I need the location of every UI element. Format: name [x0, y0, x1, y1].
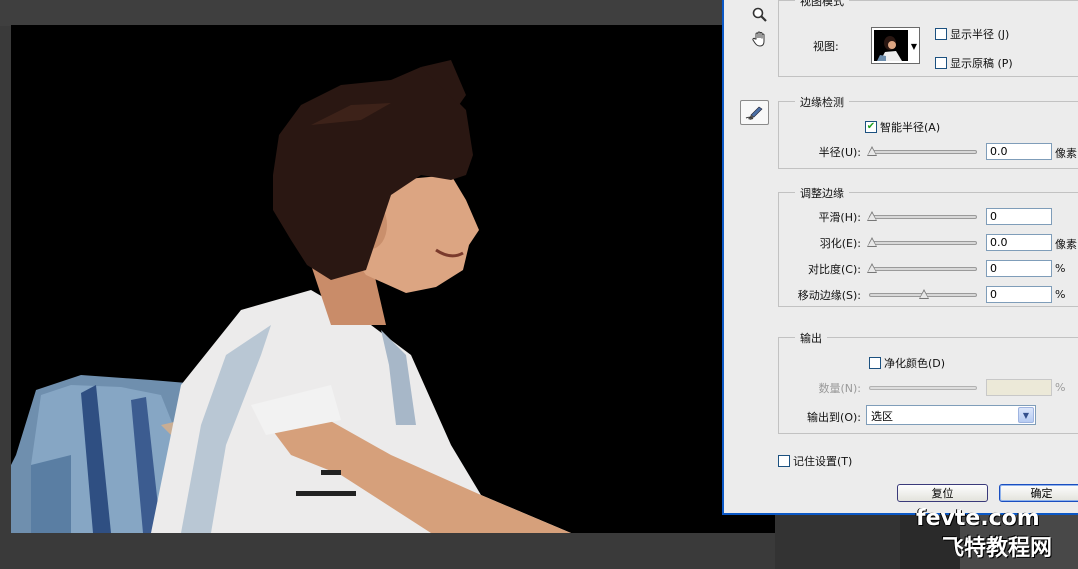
hand-icon[interactable] — [746, 28, 774, 50]
shift-edge-label: 移动边缘(S): — [797, 289, 861, 302]
contrast-slider[interactable] — [867, 263, 977, 273]
radius-slider-thumb[interactable] — [867, 146, 877, 156]
checkbox-box[interactable] — [778, 455, 790, 467]
radius-label: 半径(U): — [818, 146, 861, 159]
radius-unit: 像素 — [1055, 147, 1077, 160]
contrast-label: 对比度(C): — [808, 263, 861, 276]
checkbox-box[interactable] — [869, 357, 881, 369]
check-icon[interactable]: ✔ — [865, 121, 877, 133]
checkbox-box[interactable] — [935, 57, 947, 69]
adjust-edge-title: 调整边缘 — [795, 185, 849, 201]
view-mode-group: 视图模式 视图: ▼ 显示半径 (J) 显示原稿 (P) — [778, 0, 1078, 77]
smooth-label: 平滑(H): — [818, 211, 861, 224]
remember-settings-checkbox[interactable]: 记住设置(T) — [778, 453, 852, 469]
reset-button[interactable]: 复位 — [897, 484, 988, 502]
decontaminate-checkbox[interactable]: 净化颜色(D) — [869, 355, 945, 371]
smart-radius-label: 智能半径(A) — [880, 121, 941, 134]
show-original-checkbox[interactable]: 显示原稿 (P) — [935, 55, 1013, 71]
refine-radius-brush-icon[interactable] — [740, 100, 769, 125]
contrast-input[interactable]: 0 — [986, 260, 1052, 277]
decontaminate-label: 净化颜色(D) — [884, 357, 946, 370]
output-to-value: 选区 — [871, 410, 893, 423]
shift-edge-unit: % — [1055, 288, 1066, 301]
remember-settings-label: 记住设置(T) — [793, 455, 853, 468]
radius-slider[interactable] — [867, 146, 977, 156]
checkbox-box[interactable] — [935, 28, 947, 40]
smooth-slider[interactable] — [867, 211, 977, 221]
feather-slider[interactable] — [867, 237, 977, 247]
feather-slider-thumb[interactable] — [867, 237, 877, 247]
radius-input[interactable]: 0.0 — [986, 143, 1052, 160]
smart-radius-checkbox[interactable]: ✔ 智能半径(A) — [865, 119, 940, 135]
amount-input — [986, 379, 1052, 396]
watermark-domain: fevte.com — [916, 506, 1040, 531]
output-group: 输出 净化颜色(D) 数量(N): % 输出到(O): 选区 ▼ — [778, 330, 1078, 434]
ok-button[interactable]: 确定 — [999, 484, 1078, 502]
workspace-top-bar — [0, 0, 740, 26]
feather-label: 羽化(E): — [819, 237, 861, 250]
contrast-unit: % — [1055, 262, 1066, 275]
chevron-down-icon[interactable]: ▼ — [1018, 407, 1034, 423]
image-canvas[interactable] — [11, 25, 775, 533]
chevron-down-icon: ▼ — [910, 42, 917, 51]
feather-input[interactable]: 0.0 — [986, 234, 1052, 251]
amount-slider — [869, 386, 977, 390]
zoom-icon[interactable] — [746, 4, 774, 26]
edge-detection-group: 边缘检测 ✔ 智能半径(A) 半径(U): 0.0 像素 — [778, 94, 1078, 169]
watermark-site-name: 飞特教程网 — [942, 536, 1053, 561]
adjust-edge-group: 调整边缘 平滑(H): 0 羽化(E): 0.0 像素 对比度(C): 0 % … — [778, 185, 1078, 307]
shift-edge-slider-thumb[interactable] — [919, 289, 929, 299]
output-to-select[interactable]: 选区 ▼ — [866, 405, 1036, 425]
subject-photo — [11, 60, 571, 533]
output-title: 输出 — [795, 330, 827, 346]
view-mode-picker[interactable]: ▼ — [871, 27, 920, 64]
contrast-slider-thumb[interactable] — [867, 263, 877, 273]
amount-unit: % — [1055, 381, 1066, 394]
smooth-slider-thumb[interactable] — [867, 211, 877, 221]
view-mode-title: 视图模式 — [795, 0, 849, 9]
edge-detection-title: 边缘检测 — [795, 94, 849, 110]
site-watermark: fevte.com 飞特教程网 — [912, 506, 1072, 566]
show-radius-checkbox[interactable]: 显示半径 (J) — [935, 26, 1009, 42]
feather-unit: 像素 — [1055, 238, 1077, 251]
refine-edge-dialog: 视图模式 视图: ▼ 显示半径 (J) 显示原稿 (P) 边缘检测 ✔ 智能半径… — [722, 0, 1078, 515]
shift-edge-input[interactable]: 0 — [986, 286, 1052, 303]
view-label: 视图: — [813, 40, 839, 53]
output-to-label: 输出到(O): — [807, 411, 861, 424]
amount-label: 数量(N): — [818, 382, 861, 395]
dialog-toolbar — [732, 0, 772, 510]
show-original-label: 显示原稿 (P) — [950, 57, 1013, 70]
shift-edge-slider[interactable] — [869, 289, 977, 299]
show-radius-label: 显示半径 (J) — [950, 28, 1010, 41]
smooth-input[interactable]: 0 — [986, 208, 1052, 225]
